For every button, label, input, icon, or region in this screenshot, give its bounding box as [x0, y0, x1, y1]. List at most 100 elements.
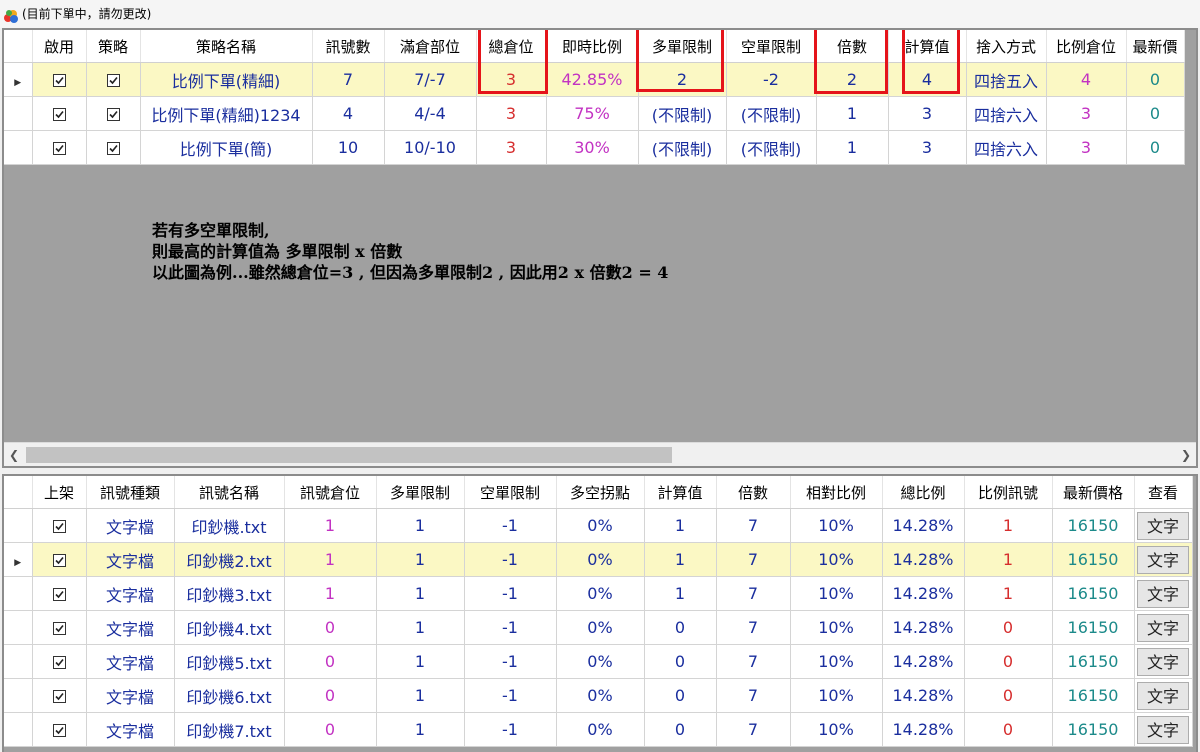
total-ratio-cell[interactable]: 14.28% — [882, 712, 965, 747]
pivot-cell[interactable]: 0% — [556, 678, 645, 713]
long-limit-cell[interactable]: 1 — [376, 610, 465, 645]
total-ratio-cell[interactable]: 14.28% — [882, 542, 965, 577]
listed-checkbox[interactable] — [52, 622, 66, 635]
row-header[interactable] — [4, 610, 33, 645]
calc-cell[interactable]: 0 — [644, 644, 717, 679]
latest-price-cell[interactable]: 16150 — [1052, 678, 1135, 713]
long-limit-cell[interactable]: 1 — [376, 542, 465, 577]
strategy-checkbox[interactable] — [106, 108, 120, 121]
signal-column-header[interactable]: 查看 — [1134, 476, 1193, 509]
long-limit-cell[interactable]: (不限制) — [638, 130, 727, 165]
total-ratio-cell[interactable]: 14.28% — [882, 610, 965, 645]
enabled-checkbox[interactable] — [52, 108, 66, 121]
total-ratio-cell[interactable]: 14.28% — [882, 678, 965, 713]
signal-type-cell[interactable]: 文字檔 — [86, 610, 175, 645]
ratio-signal-cell[interactable]: 0 — [964, 678, 1053, 713]
ratio-position-cell[interactable]: 3 — [1046, 96, 1127, 131]
ratio-position-cell[interactable]: 4 — [1046, 62, 1127, 97]
view-text-button[interactable]: 文字 — [1137, 647, 1189, 676]
enabled-checkbox[interactable] — [52, 74, 66, 87]
signal-grid[interactable]: 上架 訊號種類 訊號名稱 訊號倉位 多單限制 空單限制 多空拐點 計算值 倍數 相對比例 總比例 比例… — [2, 474, 1198, 752]
signal-count-cell[interactable]: 4 — [312, 96, 385, 131]
view-text-button[interactable]: 文字 — [1137, 613, 1189, 642]
listed-checkbox[interactable] — [52, 656, 66, 669]
listed-checkbox[interactable] — [52, 690, 66, 703]
enabled-checkbox[interactable] — [52, 142, 66, 155]
signal-column-header[interactable]: 多單限制 — [376, 476, 465, 509]
long-limit-cell[interactable]: 1 — [376, 712, 465, 747]
view-text-button[interactable]: 文字 — [1137, 511, 1189, 540]
pivot-cell[interactable]: 0% — [556, 644, 645, 679]
signal-type-cell[interactable]: 文字檔 — [86, 712, 175, 747]
relative-ratio-cell[interactable]: 10% — [790, 542, 883, 577]
rounding-cell[interactable]: 四捨五入 — [966, 62, 1047, 97]
listed-cell[interactable] — [32, 610, 87, 645]
signal-row[interactable]: ▶ 文字檔 印鈔機2.txt 1 1 -1 0% 1 7 10% 14.28% 1 16150 文字 — [4, 542, 1193, 577]
signal-position-cell[interactable]: 0 — [284, 712, 377, 747]
signal-column-header[interactable]: 上架 — [32, 476, 87, 509]
row-header[interactable]: ▶ — [4, 62, 33, 97]
short-limit-cell[interactable]: (不限制) — [726, 96, 817, 131]
short-limit-cell[interactable]: -1 — [464, 542, 557, 577]
listed-checkbox[interactable] — [52, 520, 66, 533]
signal-row[interactable]: 文字檔 印鈔機.txt 1 1 -1 0% 1 7 10% 14.28% 1 16150 文字 — [4, 508, 1193, 543]
multiplier-cell[interactable]: 1 — [816, 96, 889, 131]
total-position-cell[interactable]: 3 — [476, 96, 547, 131]
relative-ratio-cell[interactable]: 10% — [790, 644, 883, 679]
listed-cell[interactable] — [32, 576, 87, 611]
multiplier-cell[interactable]: 7 — [716, 678, 791, 713]
multiplier-cell[interactable]: 7 — [716, 508, 791, 543]
latest-price-cell[interactable]: 16150 — [1052, 576, 1135, 611]
strategy-column-header[interactable]: 啟用 — [32, 30, 87, 63]
latest-price-cell[interactable]: 16150 — [1052, 644, 1135, 679]
signal-column-header[interactable]: 比例訊號 — [964, 476, 1053, 509]
long-limit-cell[interactable]: 1 — [376, 508, 465, 543]
realtime-ratio-cell[interactable]: 75% — [546, 96, 639, 131]
strategy-row[interactable]: 比例下單(簡) 10 10/-10 3 30% (不限制) (不限制) 1 3 四捨六入 3 0 — [4, 130, 1185, 165]
strategy-cell[interactable] — [86, 62, 141, 97]
total-ratio-cell[interactable]: 14.28% — [882, 644, 965, 679]
signal-type-cell[interactable]: 文字檔 — [86, 678, 175, 713]
multiplier-cell[interactable]: 7 — [716, 576, 791, 611]
row-header[interactable] — [4, 96, 33, 131]
long-limit-cell[interactable]: 1 — [376, 644, 465, 679]
listed-checkbox[interactable] — [52, 588, 66, 601]
calc-cell[interactable]: 0 — [644, 610, 717, 645]
signal-name-cell[interactable]: 印鈔機7.txt — [174, 712, 285, 747]
ratio-signal-cell[interactable]: 1 — [964, 576, 1053, 611]
latest-price-cell[interactable]: 16150 — [1052, 542, 1135, 577]
signal-column-header[interactable]: 訊號種類 — [86, 476, 175, 509]
calc-cell[interactable]: 0 — [644, 678, 717, 713]
strategy-cell[interactable] — [86, 130, 141, 165]
calc-cell[interactable]: 1 — [644, 542, 717, 577]
strategy-row[interactable]: ▶ 比例下單(精細) 7 7/-7 3 42.85% 2 -2 2 4 四捨五入 4 0 — [4, 62, 1185, 97]
strategy-name-cell[interactable]: 比例下單(精細)1234 — [140, 96, 313, 131]
strategy-column-header[interactable]: 策略 — [86, 30, 141, 63]
signal-count-cell[interactable]: 7 — [312, 62, 385, 97]
full-position-cell[interactable]: 4/-4 — [384, 96, 477, 131]
long-limit-cell[interactable]: (不限制) — [638, 96, 727, 131]
rounding-cell[interactable]: 四捨六入 — [966, 130, 1047, 165]
relative-ratio-cell[interactable]: 10% — [790, 508, 883, 543]
signal-name-cell[interactable]: 印鈔機3.txt — [174, 576, 285, 611]
signal-column-header[interactable]: 相對比例 — [790, 476, 883, 509]
signal-position-cell[interactable]: 0 — [284, 678, 377, 713]
view-text-button[interactable]: 文字 — [1137, 681, 1189, 710]
latest-cell[interactable]: 0 — [1126, 62, 1185, 97]
multiplier-cell[interactable]: 7 — [716, 644, 791, 679]
signal-position-cell[interactable]: 1 — [284, 576, 377, 611]
short-limit-cell[interactable]: -1 — [464, 644, 557, 679]
scroll-left-icon[interactable]: ❮ — [4, 443, 24, 466]
pivot-cell[interactable]: 0% — [556, 508, 645, 543]
short-limit-cell[interactable]: -1 — [464, 576, 557, 611]
view-text-button[interactable]: 文字 — [1137, 715, 1189, 744]
listed-cell[interactable] — [32, 712, 87, 747]
long-limit-cell[interactable]: 1 — [376, 576, 465, 611]
realtime-ratio-cell[interactable]: 42.85% — [546, 62, 639, 97]
short-limit-cell[interactable]: -1 — [464, 508, 557, 543]
enabled-cell[interactable] — [32, 62, 87, 97]
latest-price-cell[interactable]: 16150 — [1052, 610, 1135, 645]
relative-ratio-cell[interactable]: 10% — [790, 678, 883, 713]
latest-cell[interactable]: 0 — [1126, 96, 1185, 131]
row-header[interactable]: ▶ — [4, 542, 33, 577]
